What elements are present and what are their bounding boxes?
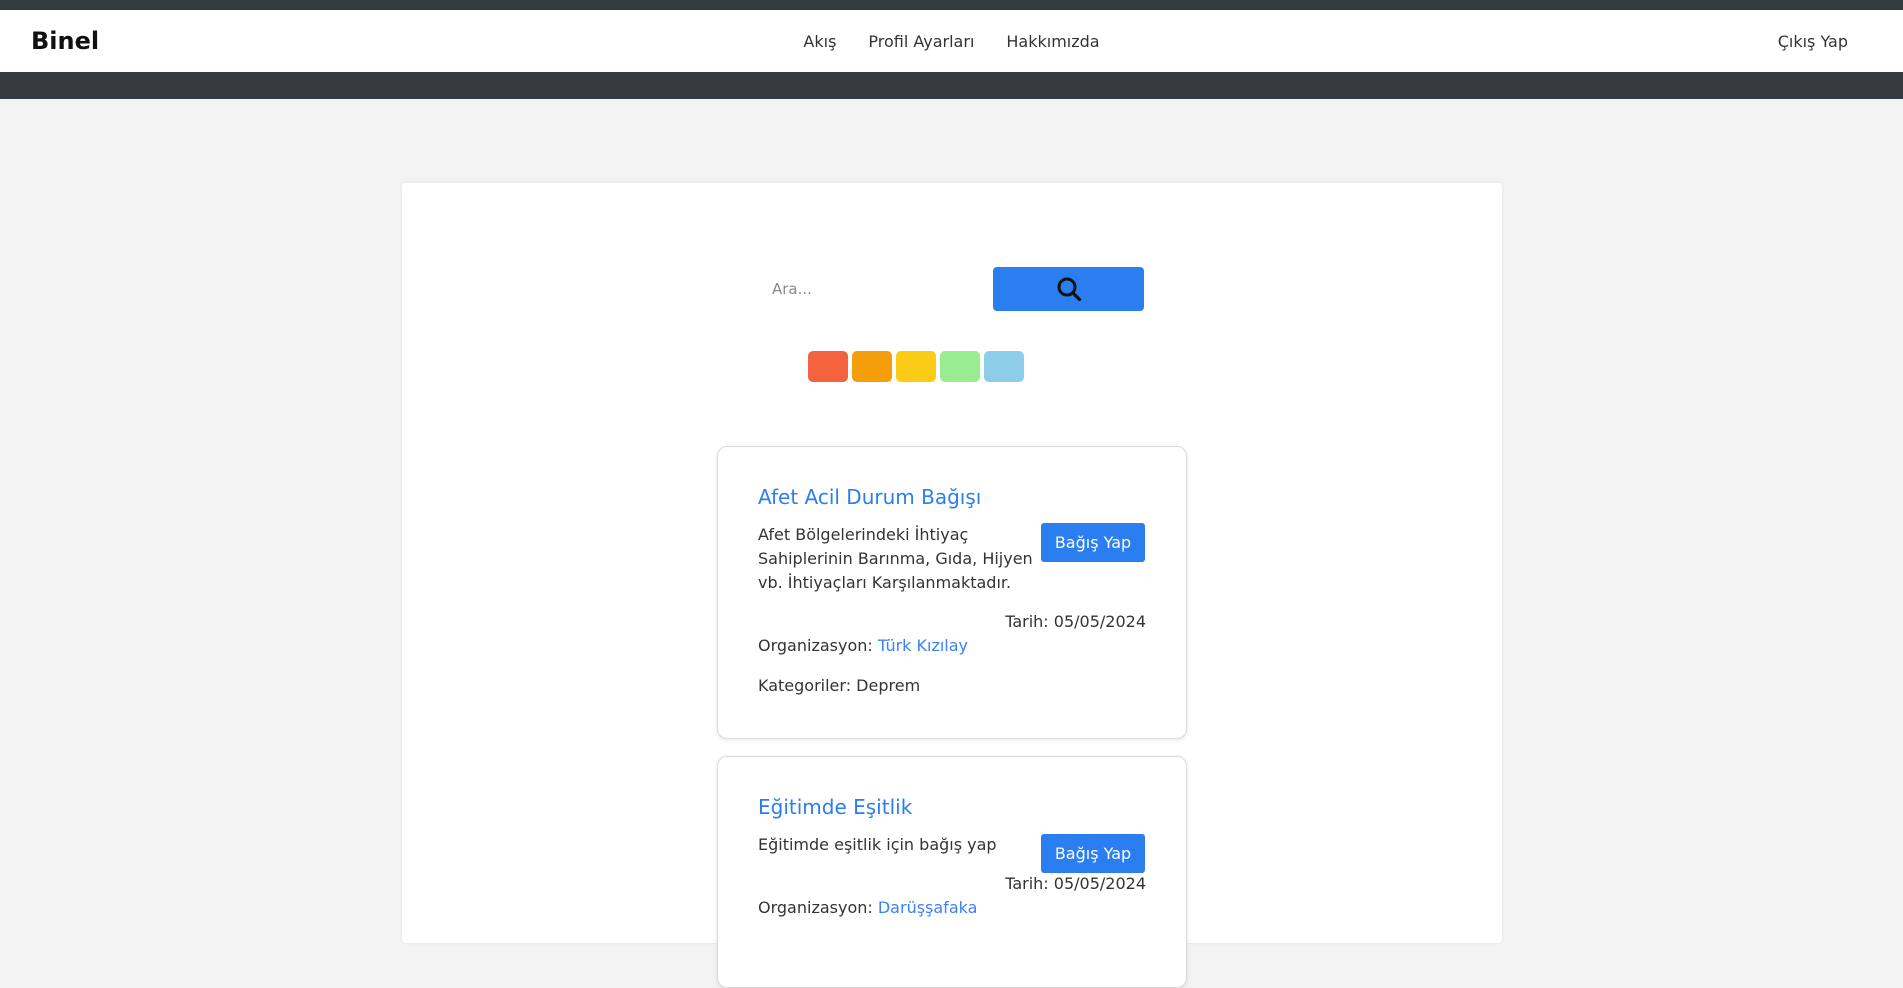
- campaign-date: Tarih: 05/05/2024: [1005, 874, 1146, 893]
- campaign-title[interactable]: Eğitimde Eşitlik: [758, 795, 912, 819]
- categories-label: Kategoriler:: [758, 676, 852, 695]
- search-input[interactable]: [762, 267, 982, 311]
- date-label: Tarih:: [1005, 874, 1049, 893]
- date-label: Tarih:: [1005, 612, 1049, 631]
- categories-value: Deprem: [856, 676, 921, 695]
- organization-link[interactable]: Türk Kızılay: [878, 636, 968, 655]
- campaign-organization: Organizasyon: Türk Kızılay: [758, 636, 968, 655]
- campaign-title[interactable]: Afet Acil Durum Bağışı: [758, 485, 981, 509]
- organization-label: Organizasyon:: [758, 636, 873, 655]
- nav-links: Akış Profil Ayarları Hakkımızda: [0, 32, 1903, 51]
- date-value: 05/05/2024: [1053, 612, 1146, 631]
- campaign-description: Eğitimde eşitlik için bağış yap: [758, 835, 997, 854]
- logout-link[interactable]: Çıkış Yap: [1778, 32, 1848, 51]
- campaign-card: Eğitimde Eşitlik Eğitimde eşitlik için b…: [717, 756, 1187, 988]
- nav-link-feed[interactable]: Akış: [803, 32, 836, 51]
- nav-link-profile-settings[interactable]: Profil Ayarları: [868, 32, 974, 51]
- color-filter-red[interactable]: [808, 351, 848, 382]
- campaign-organization: Organizasyon: Darüşşafaka: [758, 898, 977, 917]
- organization-label: Organizasyon:: [758, 898, 873, 917]
- date-value: 05/05/2024: [1053, 874, 1146, 893]
- campaign-categories: Kategoriler: Deprem: [758, 676, 920, 695]
- search-icon: [1057, 277, 1081, 302]
- search-button[interactable]: [993, 267, 1144, 311]
- color-filter-blue[interactable]: [984, 351, 1024, 382]
- sub-header-bar: [0, 72, 1903, 99]
- category-color-filters: [808, 351, 1024, 382]
- nav-link-about[interactable]: Hakkımızda: [1006, 32, 1099, 51]
- campaign-description: Afet Bölgelerindeki İhtiyaç Sahiplerinin…: [758, 525, 1033, 592]
- color-filter-green[interactable]: [940, 351, 980, 382]
- campaign-date: Tarih: 05/05/2024: [1005, 612, 1146, 631]
- color-filter-orange[interactable]: [852, 351, 892, 382]
- donate-button[interactable]: Bağış Yap: [1041, 834, 1145, 873]
- campaign-card: Afet Acil Durum Bağışı Afet Bölgelerinde…: [717, 446, 1187, 739]
- organization-link[interactable]: Darüşşafaka: [878, 898, 978, 917]
- main-panel: Afet Acil Durum Bağışı Afet Bölgelerinde…: [402, 183, 1502, 988]
- navbar: Binel Akış Profil Ayarları Hakkımızda Çı…: [0, 10, 1903, 72]
- donate-button[interactable]: Bağış Yap: [1041, 523, 1145, 562]
- color-filter-yellow[interactable]: [896, 351, 936, 382]
- top-strip: [0, 0, 1903, 10]
